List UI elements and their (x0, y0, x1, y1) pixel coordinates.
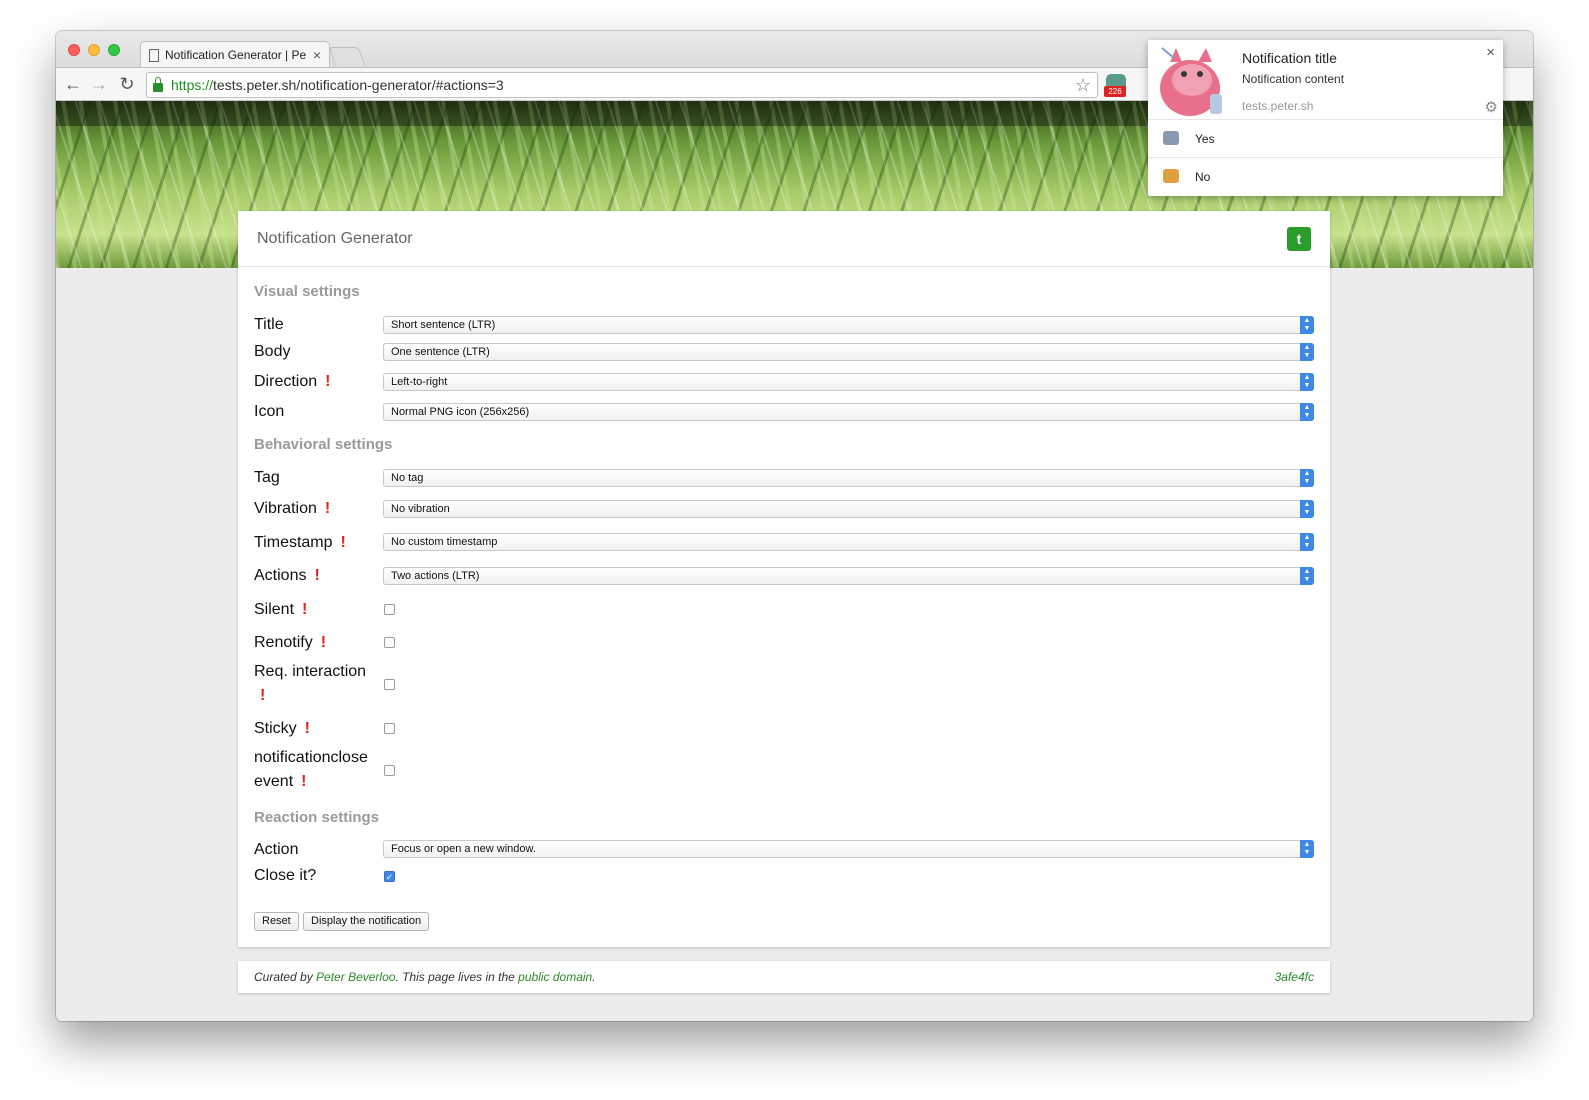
window-maximize-button[interactable] (108, 44, 120, 56)
vibration-label: Vibration! (254, 500, 331, 517)
notificationclose-checkbox[interactable] (384, 765, 395, 776)
tab-title: Notification Generator | Pe (165, 48, 307, 62)
action-label: No (1195, 170, 1211, 184)
behavioral-settings-heading: Behavioral settings (254, 436, 393, 453)
close-icon[interactable]: × (1486, 44, 1495, 61)
tag-select[interactable]: No tag ▲ ▼ (383, 469, 1314, 487)
silent-checkbox[interactable] (384, 604, 395, 615)
icon-label: Icon (254, 403, 285, 420)
select-arrow-icon: ▲ ▼ (1300, 373, 1314, 391)
notification-icon (1148, 40, 1228, 120)
title-select[interactable]: Short sentence (LTR) ▲ ▼ (383, 316, 1314, 334)
page-title: Notification Generator (257, 230, 413, 247)
req-interaction-label: Req. interaction! (254, 663, 367, 704)
timestamp-label: Timestamp! (254, 534, 346, 551)
twitter-icon[interactable]: t (1287, 227, 1311, 251)
action-label: Yes (1195, 132, 1215, 146)
sticky-label: Sticky! (254, 720, 310, 737)
select-arrow-icon: ▲ ▼ (1300, 840, 1314, 858)
visual-settings-heading: Visual settings (254, 283, 360, 300)
card-header: Notification Generator t (238, 211, 1330, 267)
reset-button[interactable]: Reset (254, 912, 299, 931)
warning-icon: ! (314, 567, 320, 584)
select-arrow-icon: ▲ ▼ (1300, 403, 1314, 421)
select-arrow-icon: ▲ ▼ (1300, 469, 1314, 487)
notification-action-yes[interactable]: Yes (1148, 119, 1503, 157)
body-select[interactable]: One sentence (LTR) ▲ ▼ (383, 343, 1314, 361)
warning-icon: ! (320, 634, 327, 651)
browser-tab[interactable]: Notification Generator | Pe × (140, 41, 330, 68)
warning-icon: ! (302, 601, 308, 618)
public-domain-link[interactable]: public domain (518, 970, 592, 984)
notification-title: Notification title (1242, 50, 1337, 66)
notificationclose-label: notificationclose event! (254, 749, 368, 790)
title-label: Title (254, 316, 284, 333)
generator-card: Notification Generator t Visual settings… (238, 211, 1330, 947)
lock-icon (153, 76, 163, 92)
close-it-checkbox[interactable]: ✓ (384, 871, 395, 882)
reaction-settings-heading: Reaction settings (254, 809, 380, 826)
action-select[interactable]: Focus or open a new window. ▲ ▼ (383, 840, 1314, 858)
commit-hash-link[interactable]: 3afe4fc (1275, 961, 1314, 993)
warning-icon: ! (324, 500, 331, 517)
select-arrow-icon: ▲ ▼ (1300, 500, 1314, 518)
no-action-icon (1163, 169, 1179, 183)
direction-select[interactable]: Left-to-right ▲ ▼ (383, 373, 1314, 391)
warning-icon: ! (304, 720, 310, 737)
bookmark-star-icon[interactable]: ☆ (1075, 75, 1091, 96)
tag-label: Tag (254, 469, 280, 486)
select-arrow-icon: ▲ ▼ (1300, 343, 1314, 361)
silent-label: Silent! (254, 601, 308, 618)
url-path: tests.peter.sh/notification-generator/#a… (213, 77, 504, 93)
renotify-label: Renotify! (254, 634, 327, 651)
forward-arrow-icon[interactable]: → (88, 73, 110, 95)
action-label: Action (254, 841, 299, 858)
notification-popup[interactable]: Notification title Notification content … (1148, 40, 1503, 196)
direction-label: Direction! (254, 373, 331, 390)
icon-select[interactable]: Normal PNG icon (256x256) ▲ ▼ (383, 403, 1314, 421)
warning-icon: ! (260, 687, 266, 704)
select-arrow-icon: ▲ ▼ (1300, 533, 1314, 551)
new-tab-button[interactable] (328, 47, 366, 66)
select-arrow-icon: ▲ ▼ (1300, 567, 1314, 585)
warning-icon: ! (325, 373, 331, 390)
notification-action-no[interactable]: No (1148, 157, 1503, 195)
close-it-label: Close it? (254, 867, 317, 884)
reload-icon[interactable]: ↻ (116, 73, 138, 95)
url-scheme: https:// (171, 77, 214, 93)
window-minimize-button[interactable] (88, 44, 100, 56)
yes-action-icon (1163, 131, 1179, 145)
sticky-checkbox[interactable] (384, 723, 395, 734)
display-notification-button[interactable]: Display the notification (303, 912, 430, 931)
warning-icon: ! (301, 773, 307, 790)
address-bar[interactable]: https://tests.peter.sh/notification-gene… (146, 72, 1098, 98)
notification-origin: tests.peter.sh (1242, 99, 1314, 113)
author-link[interactable]: Peter Beverloo (316, 970, 395, 984)
body-label: Body (254, 343, 291, 360)
page-icon (149, 48, 159, 62)
tab-close-icon[interactable]: × (313, 47, 321, 63)
actions-select[interactable]: Two actions (LTR) ▲ ▼ (383, 567, 1314, 585)
warning-icon: ! (340, 534, 346, 551)
renotify-checkbox[interactable] (384, 637, 395, 648)
page-footer: Curated by Peter Beverloo. This page liv… (238, 961, 1330, 993)
back-arrow-icon[interactable]: ← (62, 73, 84, 95)
window-close-button[interactable] (68, 44, 80, 56)
vibration-select[interactable]: No vibration ▲ ▼ (383, 500, 1314, 518)
select-arrow-icon: ▲ ▼ (1300, 316, 1314, 334)
gear-icon[interactable]: ⚙ (1485, 98, 1498, 116)
actions-label: Actions! (254, 567, 320, 584)
notification-body: Notification content (1242, 72, 1345, 86)
timestamp-select[interactable]: No custom timestamp ▲ ▼ (383, 533, 1314, 551)
page-content: Notification Generator t Visual settings… (56, 101, 1533, 1021)
extension-badge: 226 (1104, 86, 1126, 97)
req-interaction-checkbox[interactable] (384, 679, 395, 690)
